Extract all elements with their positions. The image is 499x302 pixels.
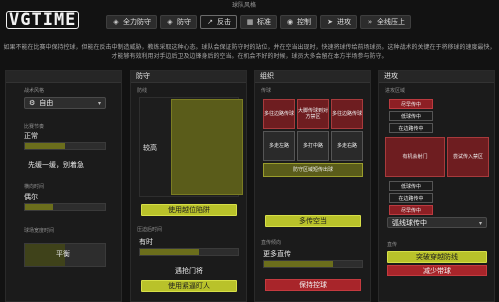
bottom-wide-cross-pill[interactable]: 在边路传中 <box>389 193 433 203</box>
route-cell-center[interactable]: 多打中路 <box>297 131 329 161</box>
width-value: 偶尔 <box>24 193 38 201</box>
direct-fill <box>264 261 333 267</box>
bottom-early-cross-pill[interactable]: 尽早传中 <box>389 205 433 215</box>
keep-possession-button[interactable]: 保持控球 <box>265 279 361 291</box>
crossing-value: 弧线球传中 <box>392 218 427 227</box>
direct-label: 直传倾向 <box>261 240 282 246</box>
chevron-down-icon: ▾ <box>478 220 482 227</box>
tab-label: 防守 <box>177 18 191 26</box>
tab-label: 标准 <box>257 18 271 26</box>
block-value: 较高 <box>143 144 157 152</box>
buildup-panel: 组织 传球 多往边路传球 大脚传球到对方禁区 多往边路传球 多走左路 多打中路 … <box>254 70 371 302</box>
low-cross-pill[interactable]: 低球传中 <box>389 111 433 121</box>
shoot-zone[interactable]: 有机会射门 <box>385 137 445 177</box>
tempo-meter[interactable] <box>24 142 106 150</box>
panel-title: 进攻 <box>379 71 494 83</box>
top-caption: 球队风格 <box>232 2 257 9</box>
gear-icon: ⚙ <box>29 99 36 107</box>
passing-label: 传球 <box>261 88 272 94</box>
direct-value: 更多直传 <box>263 250 291 258</box>
tempo-label: 比赛节奏 <box>24 124 45 130</box>
short-pass-bar[interactable]: 防守区域短传出球 <box>263 163 363 177</box>
press-value: 有时 <box>139 238 153 246</box>
attack-icon: ➤ <box>327 18 333 26</box>
tab-full-defense[interactable]: ◈ 全力防守 <box>106 15 157 29</box>
offside-trap-button[interactable]: 使用越位陷阱 <box>141 204 237 216</box>
press-fill <box>140 249 199 255</box>
width-fill <box>25 204 53 210</box>
mentality-label: 战术风格 <box>24 88 45 94</box>
bottom-low-cross-pill[interactable]: 低球传中 <box>389 181 433 191</box>
direct-meter[interactable] <box>263 260 363 268</box>
tempo-hint: 先缓一缓，别着急 <box>28 161 84 169</box>
defense-panel: 防守 防线 较高 使用越位陷阱 压迫后时间 有时 遇抢门将 使用紧逼盯人 <box>130 70 247 302</box>
panel-title: 防守 <box>131 71 246 83</box>
tab-label: 全线压上 <box>377 18 405 26</box>
press-meter[interactable] <box>139 248 239 256</box>
defensive-line-zone[interactable] <box>171 99 243 195</box>
description-line-2: 才能够有效利用对手边后卫及边锋身后的空当。在机会不好的时候，球员大多会留在本方半… <box>111 53 388 60</box>
route-cell-right[interactable]: 多走右路 <box>331 131 363 161</box>
panel-title <box>6 71 121 83</box>
shield-icon: ◈ <box>113 18 119 26</box>
tab-attack[interactable]: ➤ 进攻 <box>320 15 357 29</box>
attack-area-label: 进攻区域 <box>385 88 406 94</box>
man-marking-button[interactable]: 使用紧逼盯人 <box>141 280 237 292</box>
flow-label: 球场宽度时间 <box>24 228 55 234</box>
tempo-value: 正常 <box>24 132 38 140</box>
route-cell-left[interactable]: 多走左路 <box>263 131 295 161</box>
tab-control[interactable]: ◉ 控制 <box>280 15 317 29</box>
width-label: 横向时间 <box>24 184 45 190</box>
general-panel: 战术风格 ⚙ 自由 ▾ 比赛节奏 正常 先缓一缓，别着急 横向时间 偶尔 球场宽… <box>5 70 122 302</box>
press-label: 压迫后时间 <box>137 227 163 233</box>
tab-label: 全力防守 <box>123 18 151 26</box>
shield-icon: ◈ <box>167 18 173 26</box>
tab-label: 反击 <box>217 18 231 26</box>
play-through-button[interactable]: 突破穿越防线 <box>387 251 487 263</box>
double-arrow-icon: » <box>367 18 373 26</box>
tab-all-out-attack[interactable]: » 全线压上 <box>360 15 411 29</box>
press-text: 遇抢门将 <box>175 267 203 275</box>
control-icon: ◉ <box>286 18 294 26</box>
mentality-value: 自由 <box>39 99 54 107</box>
pass-into-space-button[interactable]: 多传空当 <box>265 215 361 227</box>
tab-counter[interactable]: ↗ 反击 <box>200 15 237 29</box>
mentality-select[interactable]: ⚙ 自由 ▾ <box>24 97 106 109</box>
dribble-less-button[interactable]: 减少带球 <box>387 265 487 276</box>
logo-text: VGTIME <box>6 11 80 29</box>
early-cross-pill[interactable]: 尽早传中 <box>389 99 433 109</box>
balance-icon: ▦ <box>246 18 254 26</box>
tab-label: 控制 <box>297 18 311 26</box>
chevron-down-icon: ▾ <box>97 100 101 107</box>
wide-cross-pill[interactable]: 在边路传中 <box>389 123 433 133</box>
work-into-box-zone[interactable]: 尝试传入禁区 <box>447 137 489 177</box>
tactic-style-tabs: ◈ 全力防守 ◈ 防守 ↗ 反击 ▦ 标准 ◉ 控制 ➤ 进攻 » 全线压上 <box>106 15 411 29</box>
width-meter[interactable] <box>24 203 106 211</box>
through-label: 直传 <box>387 242 398 248</box>
tab-label: 进攻 <box>337 18 351 26</box>
arrow-icon: ↗ <box>207 18 213 26</box>
pass-cell-center[interactable]: 大脚传球到对方禁区 <box>297 99 329 129</box>
description-line-1: 如果不能在比赛中保持控球，但能在反击中制造威胁，教练采取这种心态。球队会保证防守… <box>3 44 496 51</box>
crossing-select[interactable]: 弧线球传中 ▾ <box>387 217 487 228</box>
vgtime-logo: VGTIME <box>6 10 100 30</box>
flow-value: 平衡 <box>56 250 70 258</box>
style-description: 如果不能在比赛中保持控球，但能在反击中制造威胁，教练采取这种心态。球队会保证防守… <box>0 43 499 61</box>
attack-panel: 进攻 进攻区域 尽早传中 低球传中 在边路传中 有机会射门 尝试传入禁区 低球传… <box>378 70 495 302</box>
tab-standard[interactable]: ▦ 标准 <box>240 15 277 29</box>
tab-defense[interactable]: ◈ 防守 <box>160 15 197 29</box>
pass-cell-left[interactable]: 多往边路传球 <box>263 99 295 129</box>
tactics-screen: 球队风格 VGTIME ◈ 全力防守 ◈ 防守 ↗ 反击 ▦ 标准 ◉ 控制 ➤… <box>0 0 499 302</box>
pass-cell-right[interactable]: 多往边路传球 <box>331 99 363 129</box>
tempo-fill <box>25 143 65 149</box>
block-label: 防线 <box>137 88 148 94</box>
panel-title: 组织 <box>255 71 370 83</box>
